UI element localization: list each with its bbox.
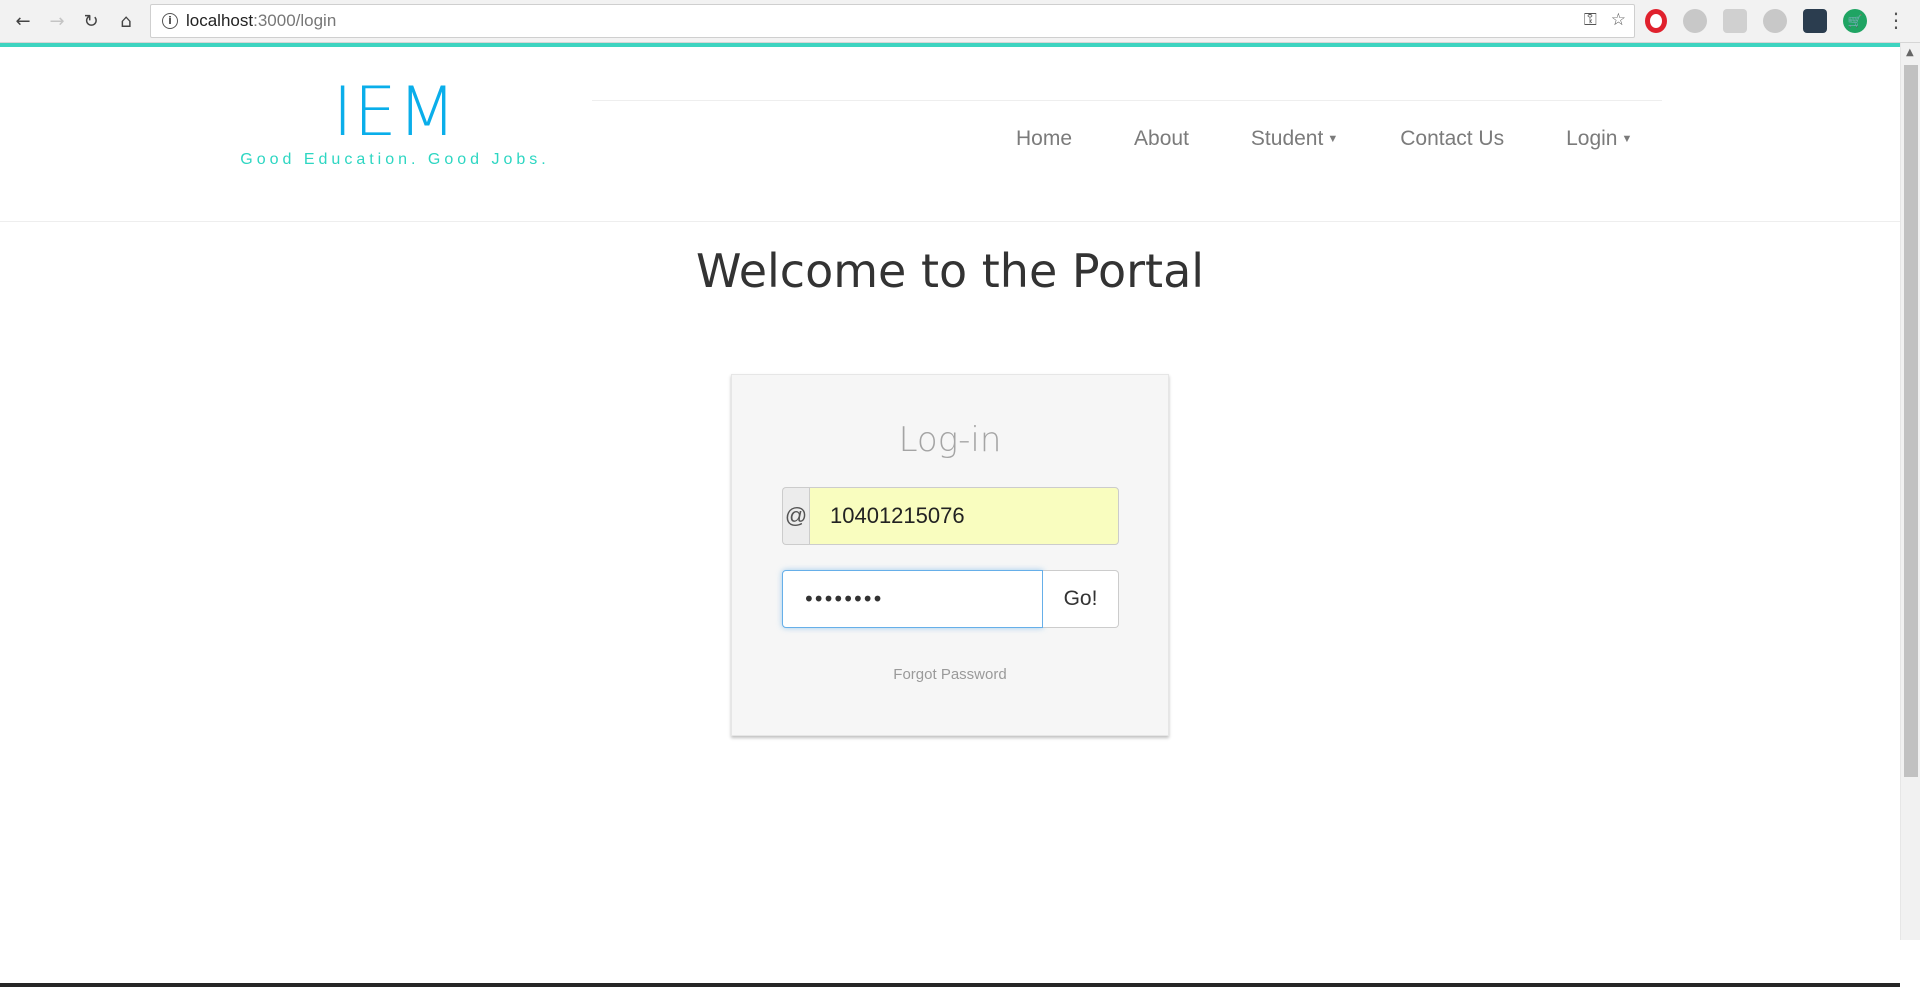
username-group: @ bbox=[782, 487, 1119, 545]
url-path: :3000/login bbox=[253, 11, 337, 30]
chevron-down-icon: ▼ bbox=[1621, 133, 1633, 146]
opera-extension-icon[interactable] bbox=[1645, 9, 1667, 33]
footer-edge bbox=[0, 983, 1900, 987]
login-card: Log-in @ Go! Forgot Password bbox=[731, 374, 1169, 736]
nav-student-dropdown[interactable]: Student ▼ bbox=[1220, 127, 1369, 151]
extension-icon[interactable] bbox=[1803, 9, 1827, 33]
key-icon[interactable]: ⚿ bbox=[1584, 10, 1597, 30]
header-divider bbox=[592, 100, 1662, 101]
nav-login-dropdown[interactable]: Login ▼ bbox=[1535, 127, 1663, 151]
password-field[interactable] bbox=[782, 570, 1043, 628]
chevron-down-icon: ▼ bbox=[1327, 133, 1339, 146]
site-header: IEM Good Education. Good Jobs. Home Abou… bbox=[0, 47, 1900, 222]
logo-tagline: Good Education. Good Jobs. bbox=[240, 151, 550, 168]
forward-arrow-icon[interactable]: → bbox=[44, 8, 70, 34]
info-icon[interactable]: i bbox=[162, 13, 178, 29]
extensions-bar: 🛒 bbox=[1645, 9, 1867, 33]
at-icon: @ bbox=[782, 487, 809, 545]
nav-login-label: Login bbox=[1566, 127, 1618, 150]
back-arrow-icon[interactable]: ← bbox=[10, 8, 36, 34]
url-host: localhost bbox=[186, 11, 254, 30]
main-nav: Home About Student ▼ Contact Us Login ▼ bbox=[985, 127, 1663, 151]
go-button[interactable]: Go! bbox=[1043, 570, 1119, 628]
star-icon[interactable]: ☆ bbox=[1611, 10, 1626, 30]
pdf-extension-icon[interactable] bbox=[1723, 9, 1747, 33]
extension-icon[interactable] bbox=[1683, 9, 1707, 33]
reload-icon[interactable]: ↻ bbox=[78, 8, 104, 34]
nav-contact[interactable]: Contact Us bbox=[1369, 127, 1535, 151]
site-logo[interactable]: IEM Good Education. Good Jobs. bbox=[230, 77, 560, 169]
forgot-password-link[interactable]: Forgot Password bbox=[732, 666, 1168, 683]
kebab-menu-icon[interactable]: ⋮ bbox=[1886, 8, 1906, 32]
page-scrollbar[interactable]: ▲ bbox=[1900, 43, 1920, 940]
username-field[interactable] bbox=[809, 487, 1119, 545]
nav-home[interactable]: Home bbox=[985, 127, 1103, 151]
page: IEM Good Education. Good Jobs. Home Abou… bbox=[0, 47, 1900, 987]
login-title: Log-in bbox=[898, 420, 1002, 460]
nav-about[interactable]: About bbox=[1103, 127, 1220, 151]
scrollbar-thumb[interactable] bbox=[1904, 65, 1918, 777]
home-icon[interactable]: ⌂ bbox=[113, 8, 139, 34]
logo-title: IEM bbox=[332, 73, 458, 152]
nav-student-label: Student bbox=[1250, 127, 1324, 150]
address-bar[interactable]: i localhost :3000/login ⚿ ☆ bbox=[150, 4, 1635, 38]
page-title: Welcome to the Portal bbox=[695, 244, 1205, 298]
password-group: Go! bbox=[782, 570, 1119, 628]
browser-toolbar: ← → ↻ ⌂ i localhost :3000/login ⚿ ☆ 🛒 ⋮ bbox=[0, 0, 1920, 43]
scroll-up-icon[interactable]: ▲ bbox=[1906, 47, 1914, 58]
extension-icon[interactable] bbox=[1763, 9, 1787, 33]
cart-extension-icon[interactable]: 🛒 bbox=[1843, 9, 1867, 33]
